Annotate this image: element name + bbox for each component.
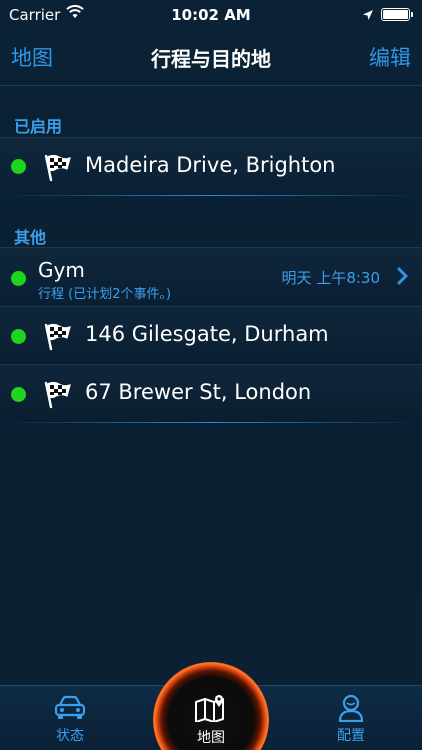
tab-config-label: 配置 <box>337 728 365 744</box>
checkered-flag-icon <box>42 321 72 355</box>
tab-config[interactable]: 配置 <box>301 686 401 750</box>
list-item-gym-trip[interactable]: Gym 行程 (已计划2个事件。) 明天 上午8:30 <box>0 247 422 306</box>
trip-subtitle: 行程 (已计划2个事件。) <box>38 287 172 302</box>
active-status-dot <box>11 271 26 286</box>
edit-button[interactable]: 编辑 <box>369 42 411 72</box>
divider <box>0 195 422 196</box>
active-status-dot <box>11 159 26 174</box>
clock: 10:02 AM <box>171 6 251 24</box>
destination-title: 67 Brewer St, London <box>85 380 312 404</box>
trip-title: Gym <box>38 258 85 282</box>
profile-icon <box>338 694 364 726</box>
trip-time: 明天 上午8:30 <box>281 269 380 287</box>
map-button[interactable]: 地图 <box>153 662 269 750</box>
list-item-brewer-st[interactable]: 67 Brewer St, London <box>0 364 422 422</box>
chevron-right-icon <box>397 267 409 289</box>
status-bar: Carrier 10:02 AM <box>0 0 422 30</box>
destination-title: Madeira Drive, Brighton <box>85 153 336 177</box>
section-header-other: 其他 <box>14 228 47 247</box>
page-title: 行程与目的地 <box>151 47 271 71</box>
list-item-gilesgate[interactable]: 146 Gilesgate, Durham <box>0 306 422 364</box>
tab-status-label: 状态 <box>56 728 84 744</box>
section-header-enabled: 已启用 <box>14 117 63 136</box>
location-arrow-icon <box>362 7 374 25</box>
map-pin-icon <box>195 695 224 722</box>
list-item-madeira-drive[interactable]: Madeira Drive, Brighton <box>0 137 422 195</box>
map-button-label: 地图 <box>197 730 225 746</box>
checkered-flag-icon <box>42 379 72 413</box>
active-status-dot <box>11 329 26 344</box>
active-status-dot <box>11 387 26 402</box>
checkered-flag-icon <box>42 152 72 186</box>
battery-icon <box>381 8 413 21</box>
car-icon <box>54 695 86 725</box>
destination-title: 146 Gilesgate, Durham <box>85 322 329 346</box>
tab-status[interactable]: 状态 <box>20 686 120 750</box>
divider <box>0 422 422 423</box>
navigation-bar: 地图 行程与目的地 编辑 <box>0 30 422 86</box>
